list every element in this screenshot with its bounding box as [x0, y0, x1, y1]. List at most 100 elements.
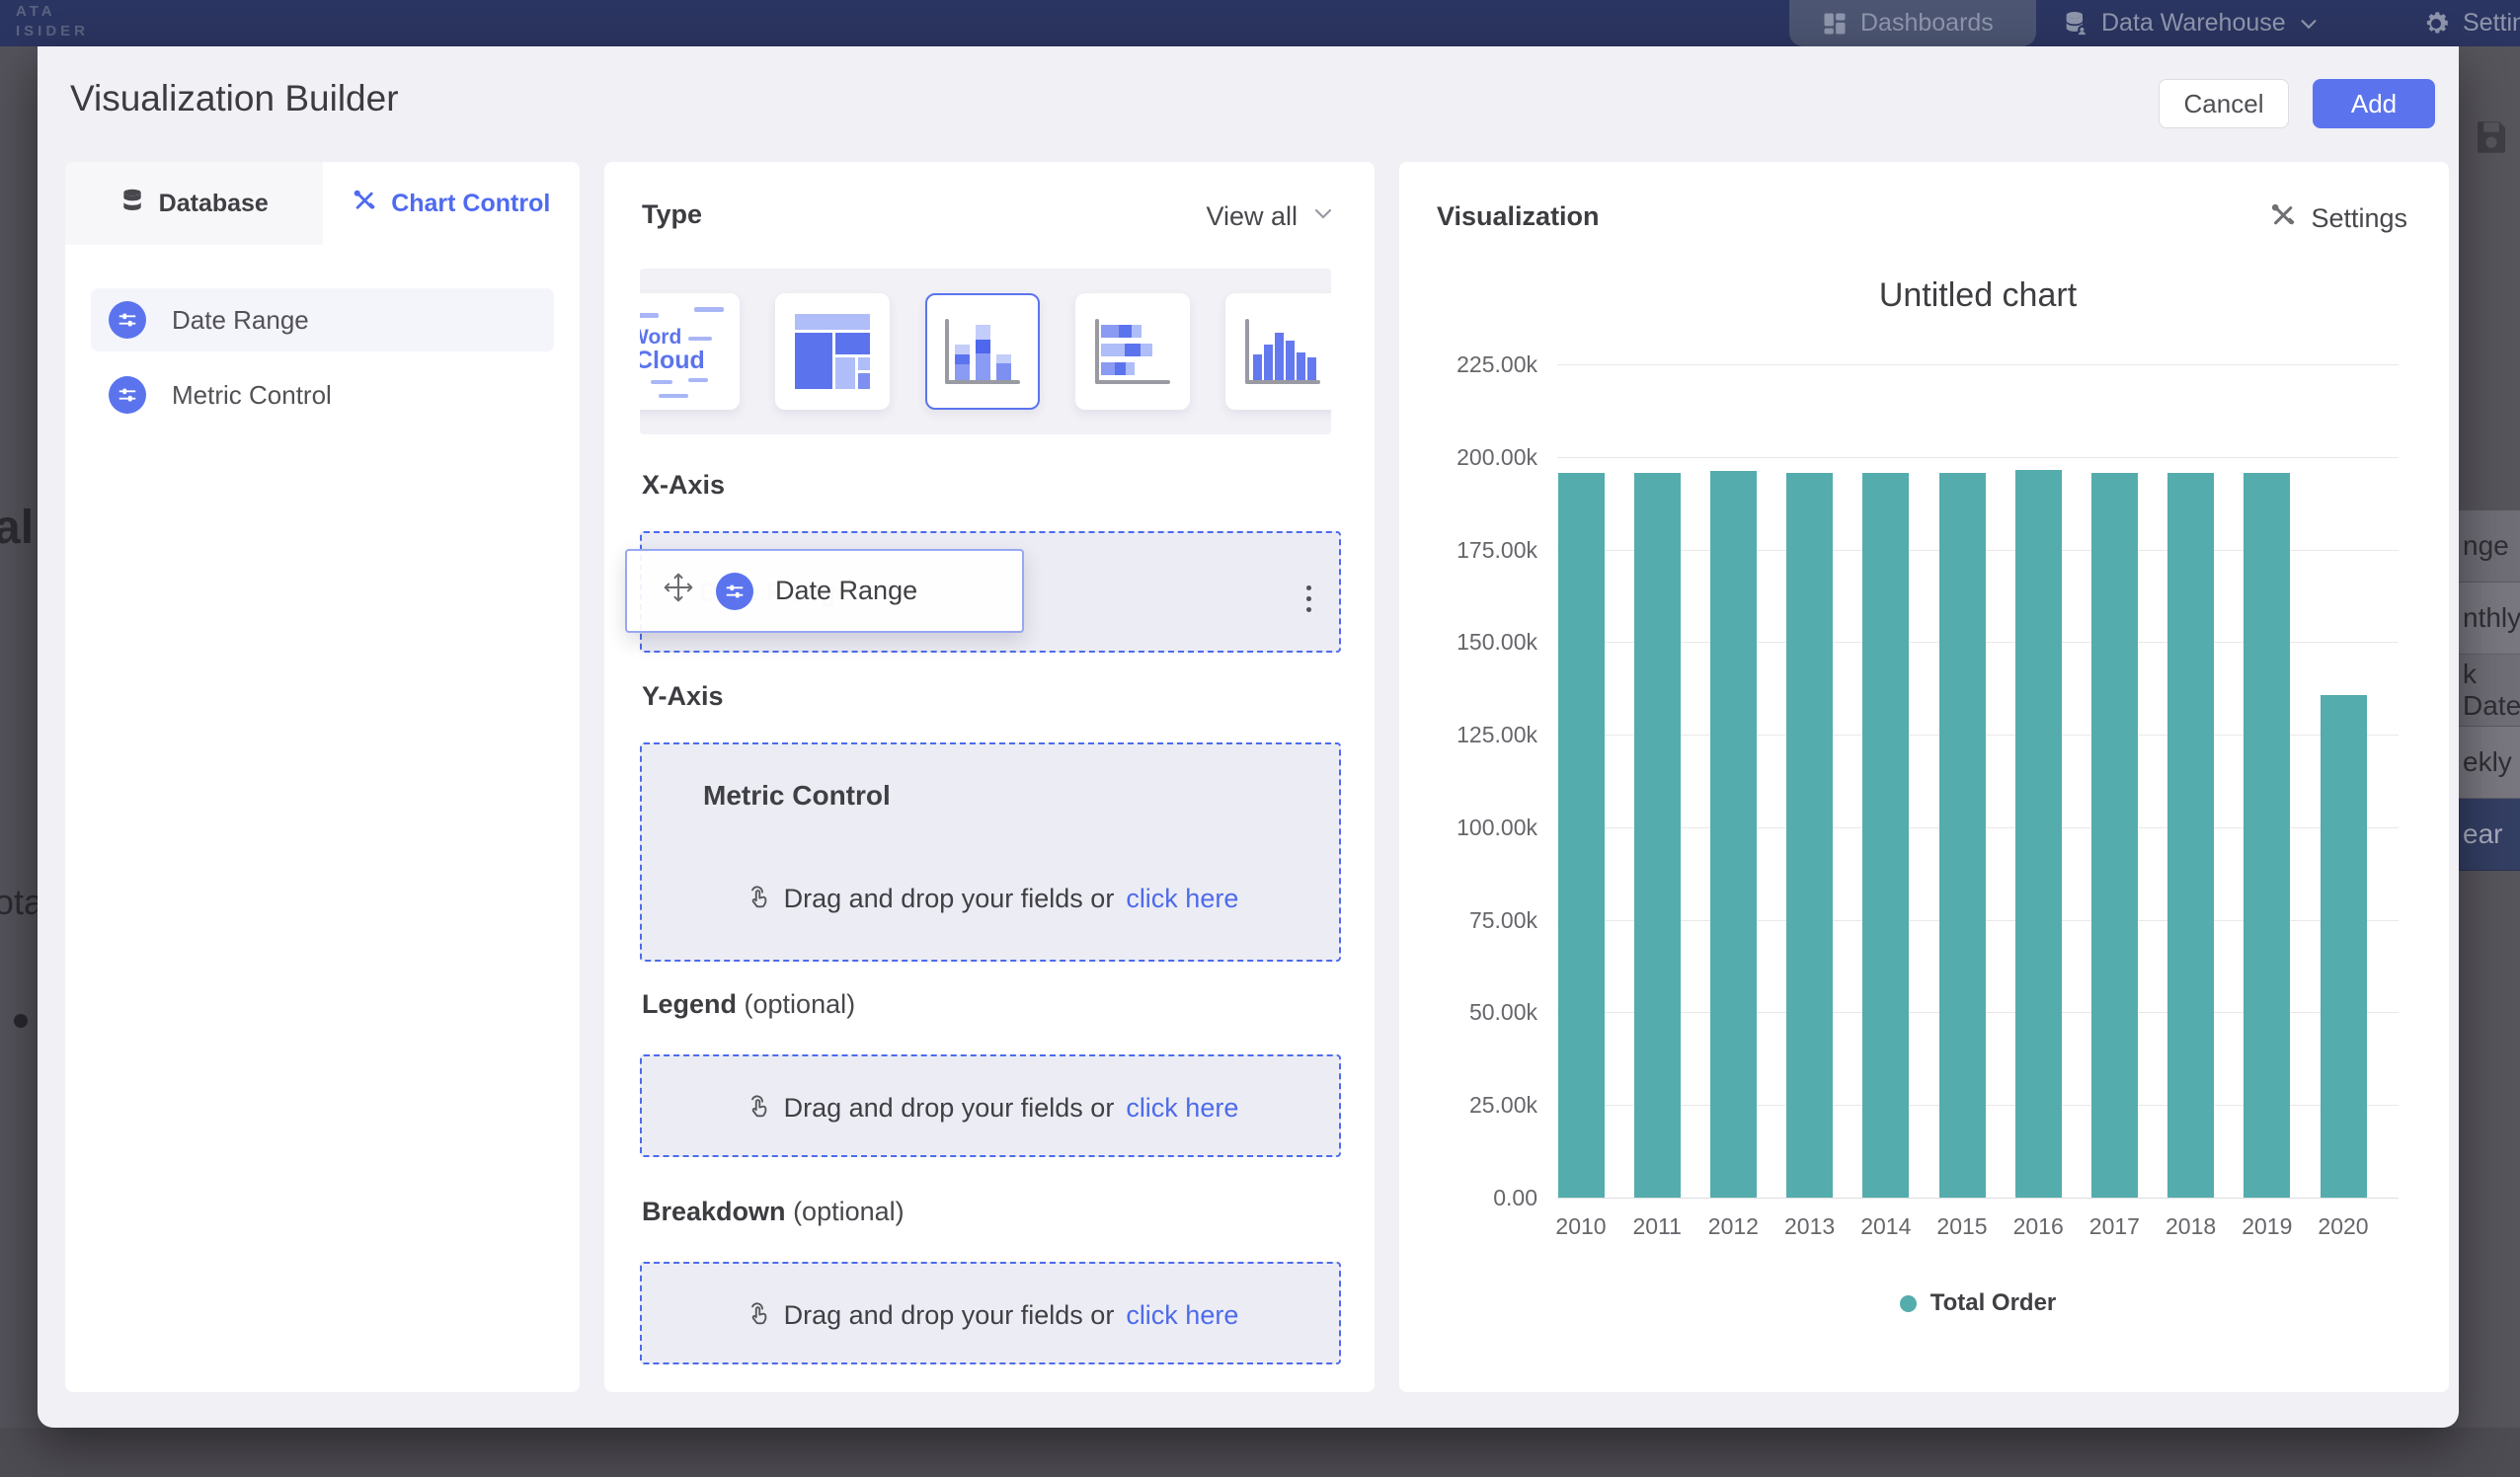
modal-title: Visualization Builder	[70, 78, 399, 119]
dropzone-hint-text: Drag and drop your fields or	[784, 1093, 1115, 1124]
click-here-link[interactable]: click here	[1126, 1300, 1238, 1331]
logo-line-2: ISIDER	[16, 22, 89, 41]
view-all-label: View all	[1206, 201, 1298, 232]
legend-series-label: Total Order	[1930, 1289, 2057, 1317]
legend-marker-icon	[1900, 1295, 1917, 1312]
y-axis-tick-label: 225.00k	[1399, 351, 1537, 378]
y-axis-tick-label: 200.00k	[1399, 444, 1537, 471]
chart-type-column[interactable]	[1225, 293, 1331, 410]
kebab-menu-icon[interactable]	[1292, 579, 1325, 618]
chart-bar-2017	[2091, 473, 2138, 1198]
y-axis-tick-label: 150.00k	[1399, 629, 1537, 656]
chart-bar-2013	[1786, 473, 1833, 1198]
field-item-label: Date Range	[172, 305, 309, 336]
chart-bar-2010	[1558, 473, 1605, 1198]
background-menu-item: k Date	[2459, 655, 2520, 727]
dragged-field-label: Date Range	[775, 576, 917, 606]
chart-type-stacked-column-selected[interactable]	[925, 293, 1040, 410]
x-axis-heading: X-Axis	[642, 470, 725, 501]
legend-optional-label: (optional)	[745, 989, 856, 1019]
y-axis-heading: Y-Axis	[642, 681, 724, 712]
gridline	[1557, 364, 2399, 365]
nav-label-dashboards: Dashboards	[1860, 9, 1994, 38]
chart-bar-2016	[2015, 470, 2062, 1198]
y-axis-tick-label: 25.00k	[1399, 1092, 1537, 1119]
tab-chart-control-label: Chart Control	[391, 190, 550, 218]
chart-type-treemap[interactable]	[775, 293, 890, 410]
nav-label-data-warehouse: Data Warehouse	[2101, 9, 2286, 38]
y-axis-tick-label: 125.00k	[1399, 722, 1537, 748]
y-axis-tick-label: 75.00k	[1399, 907, 1537, 934]
sliders-icon	[109, 376, 146, 414]
database-warehouse-icon	[2062, 10, 2089, 38]
nav-item-data-warehouse[interactable]: Data Warehouse	[2062, 0, 2320, 46]
add-button[interactable]: Add	[2313, 79, 2435, 128]
type-heading: Type	[642, 199, 702, 230]
dragged-field-card-date-range[interactable]: Date Range	[625, 549, 1024, 633]
nav-item-dashboards[interactable]: Dashboards	[1821, 0, 1994, 46]
view-all-dropdown[interactable]: View all	[1206, 201, 1335, 232]
fields-panel: Database Chart Control Date Range	[65, 162, 580, 1392]
tab-database[interactable]: Database	[65, 162, 323, 245]
chart-type-stacked-bar[interactable]	[1075, 293, 1190, 410]
tap-icon	[743, 1090, 772, 1127]
chart-bar-2020	[2321, 695, 2367, 1198]
background-bullet	[14, 1014, 28, 1028]
field-item-date-range[interactable]: Date Range	[91, 288, 554, 351]
logo-line-1: ATA	[16, 2, 89, 22]
word-cloud-word: Word	[640, 327, 681, 348]
background-menu-item: ekly	[2459, 727, 2520, 799]
nav-label-settings: Settings	[2463, 9, 2520, 38]
dimmed-page-right-strip: nge nthly k Date ekly ear	[2459, 46, 2520, 1428]
dimmed-page-left-strip: al ota	[0, 46, 38, 1428]
chart-bar-2011	[1634, 473, 1681, 1198]
dimmed-page-bottom-strip	[0, 1428, 2520, 1477]
move-icon	[663, 572, 694, 610]
tools-icon	[352, 188, 377, 220]
y-axis-dropzone[interactable]: Metric Control Drag and drop your fields…	[640, 742, 1341, 962]
chart-legend: Total Order	[1557, 1289, 2399, 1317]
breakdown-heading-label: Breakdown	[642, 1197, 786, 1226]
chart-bar-2012	[1710, 471, 1757, 1198]
y-axis-tick-label: 50.00k	[1399, 999, 1537, 1026]
tap-icon	[743, 881, 772, 917]
click-here-link[interactable]: click here	[1126, 884, 1238, 914]
database-icon	[119, 188, 145, 220]
legend-heading: Legend (optional)	[642, 989, 855, 1020]
chart-bar-2014	[1862, 473, 1909, 1198]
builder-panel: Type View all Word Cloud	[604, 162, 1375, 1392]
y-axis-tick-label: 0.00	[1399, 1185, 1537, 1211]
chart-bar-2018	[2167, 473, 2214, 1198]
visualization-builder-modal: Visualization Builder Cancel Add Databas…	[38, 46, 2459, 1428]
metric-control-label: Metric Control	[703, 780, 891, 812]
breakdown-dropzone[interactable]: Drag and drop your fields or click here	[640, 1262, 1341, 1364]
field-item-metric-control[interactable]: Metric Control	[91, 363, 554, 427]
field-item-label: Metric Control	[172, 380, 332, 411]
chevron-down-icon	[2298, 13, 2320, 35]
tab-database-label: Database	[159, 190, 269, 218]
dropzone-hint-text: Drag and drop your fields or	[784, 884, 1115, 914]
background-text-fragment: ota	[0, 882, 38, 923]
background-menu-item: nge	[2459, 510, 2520, 583]
nav-item-settings[interactable]: Settings	[2421, 0, 2520, 46]
gear-icon	[2421, 9, 2451, 39]
breakdown-optional-label: (optional)	[793, 1197, 905, 1226]
chart-type-word-cloud[interactable]: Word Cloud	[640, 293, 740, 410]
chart-bar-2015	[1939, 473, 1986, 1198]
save-icon	[2471, 117, 2512, 163]
settings-label: Settings	[2311, 203, 2407, 234]
background-dropdown-menu: nge nthly k Date ekly ear	[2459, 510, 2520, 871]
y-axis-tick-label: 100.00k	[1399, 815, 1537, 841]
click-here-link[interactable]: click here	[1126, 1093, 1238, 1124]
legend-dropzone[interactable]: Drag and drop your fields or click here	[640, 1054, 1341, 1157]
sliders-icon	[716, 573, 753, 610]
fields-panel-tabs: Database Chart Control	[65, 162, 580, 245]
chevron-down-icon	[1311, 201, 1335, 232]
chart-settings-button[interactable]: Settings	[2269, 201, 2407, 236]
tap-icon	[743, 1297, 772, 1334]
tab-chart-control[interactable]: Chart Control	[323, 162, 581, 245]
chart-title: Untitled chart	[1557, 276, 2399, 315]
visualization-panel: Visualization Settings Untitled chart To…	[1399, 162, 2449, 1392]
gridline	[1557, 1198, 2399, 1199]
cancel-button[interactable]: Cancel	[2159, 79, 2289, 128]
